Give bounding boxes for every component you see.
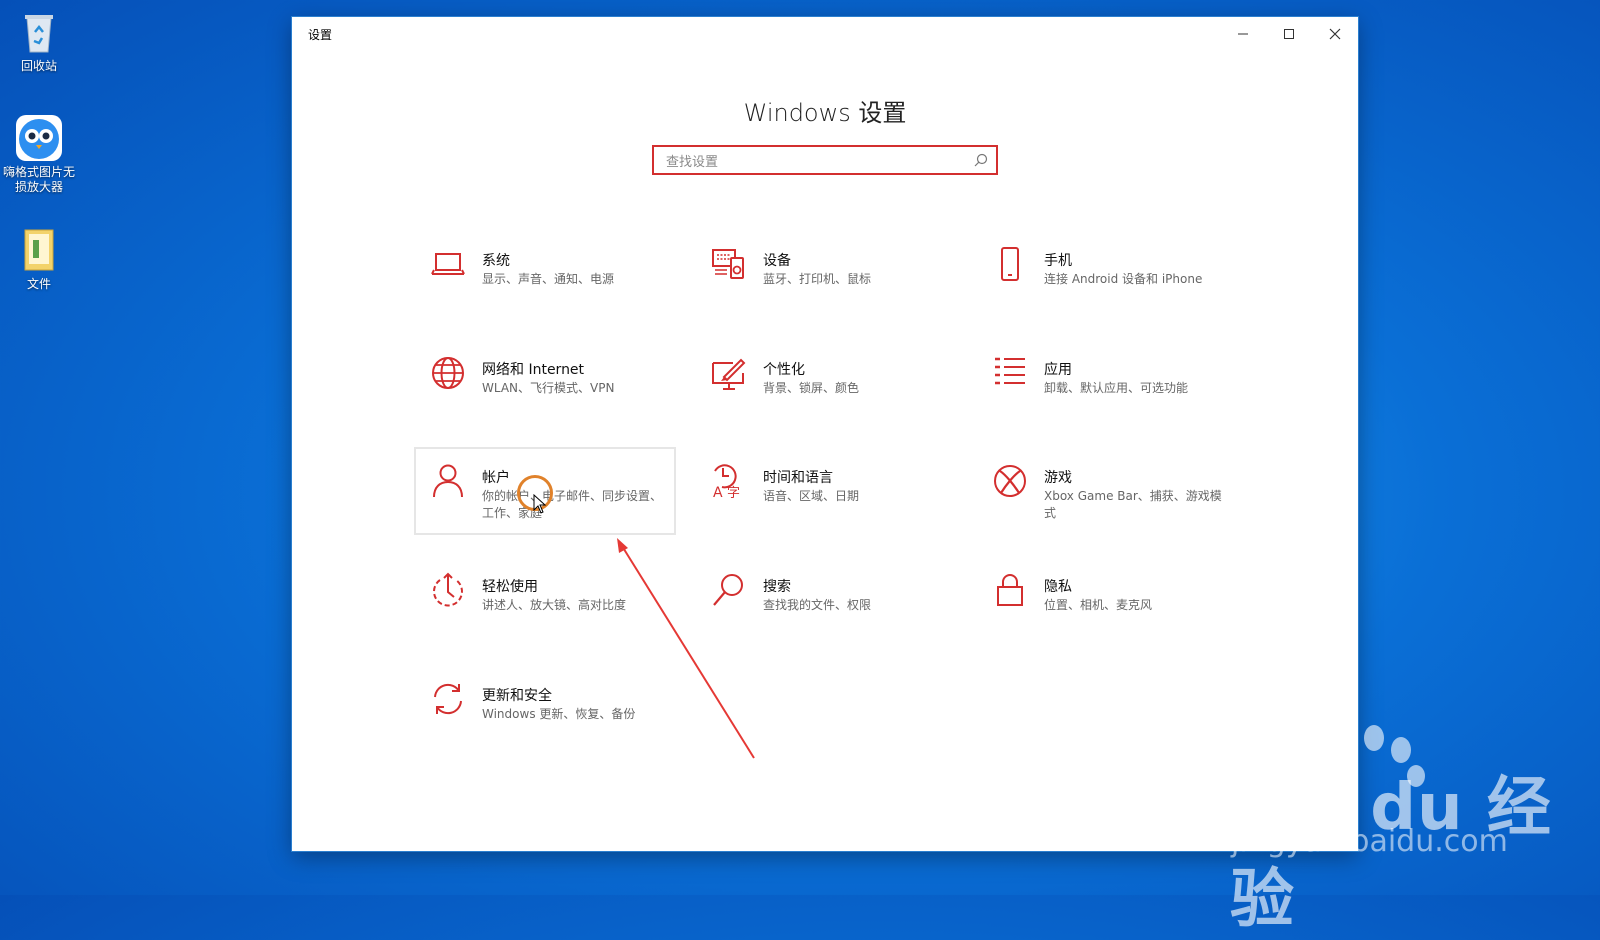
watermark-url: jingyan.baidu.com	[1231, 824, 1508, 859]
mouse-cursor-icon	[533, 494, 547, 514]
